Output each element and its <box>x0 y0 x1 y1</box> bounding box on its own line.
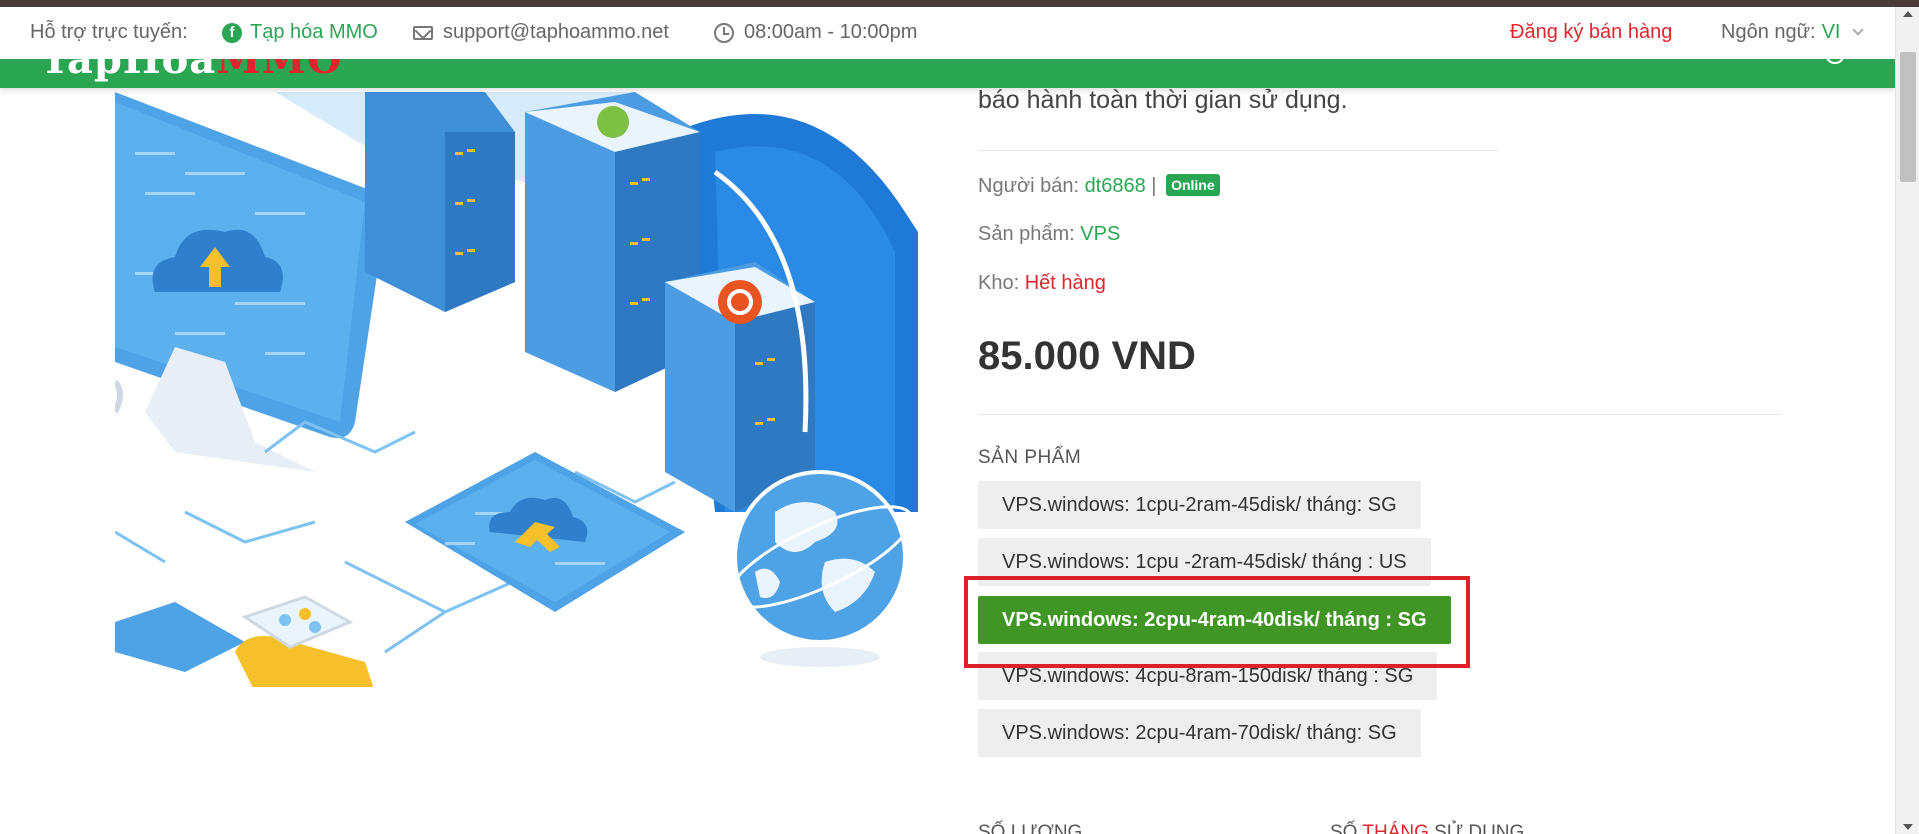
register-seller-link[interactable]: Đăng ký bán hàng <box>1510 21 1672 44</box>
online-badge: Online <box>1166 174 1220 196</box>
support-hours: 08:00am - 10:00pm <box>714 21 917 44</box>
language-value: VI <box>1821 21 1841 43</box>
scroll-down-arrow-icon[interactable] <box>1903 824 1913 830</box>
product-price: 85.000 VND <box>978 334 1196 378</box>
email-label: support@taphoammo.net <box>443 21 669 43</box>
clock-icon <box>714 22 734 43</box>
seller-row: Người bán: dt6868 | Online <box>978 174 1220 198</box>
facebook-label: Tạp hóa MMO <box>250 21 378 43</box>
scroll-thumb[interactable] <box>1900 52 1916 182</box>
facebook-link[interactable]: f Tạp hóa MMO <box>222 21 378 44</box>
highlight-annotation <box>964 576 1470 668</box>
variant-option[interactable]: VPS.windows: 1cpu-2ram-45disk/ tháng: SG <box>978 481 1421 529</box>
product-description: báo hành toàn thời gian sử dụng. <box>978 86 1348 114</box>
language-selector[interactable]: Ngôn ngữ: VI <box>1721 21 1865 44</box>
product-type-label: Sản phẩm: <box>978 223 1075 245</box>
divider <box>978 150 1498 151</box>
scrollbar[interactable] <box>1895 7 1919 834</box>
months-label: SỐ THÁNG SỬ DỤNG <box>1330 822 1525 834</box>
variant-option[interactable]: VPS.windows: 2cpu-4ram-70disk/ tháng: SG <box>978 709 1421 757</box>
seller-link[interactable]: dt6868 <box>1085 175 1146 197</box>
product-image <box>115 92 918 687</box>
mail-icon <box>413 25 433 40</box>
seller-label: Người bán: <box>978 175 1079 197</box>
scroll-up-arrow-icon[interactable] <box>1903 11 1913 17</box>
page: TapHoaMMO Hỗ trợ trực tuyến: f Tạp hóa M… <box>0 0 1919 834</box>
variants-heading: SẢN PHẨM <box>978 447 1082 468</box>
chevron-down-icon <box>1852 23 1865 36</box>
stock-row: Kho: Hết hàng <box>978 272 1106 295</box>
email-link[interactable]: support@taphoammo.net <box>413 21 669 44</box>
language-label: Ngôn ngữ: <box>1721 21 1816 43</box>
stock-label: Kho: <box>978 272 1020 294</box>
product-details: báo hành toàn thời gian sử dụng. Người b… <box>964 0 1781 834</box>
support-bar: Hỗ trợ trực tuyến: f Tạp hóa MMO support… <box>0 7 1895 59</box>
quantity-label: SỐ LƯỢNG <box>978 822 1083 834</box>
stock-status: Hết hàng <box>1024 272 1106 294</box>
facebook-icon: f <box>222 22 242 43</box>
seller-separator: | <box>1151 175 1157 197</box>
product-type-row: Sản phẩm: VPS <box>978 223 1120 246</box>
hours-label: 08:00am - 10:00pm <box>744 21 918 43</box>
divider <box>978 414 1781 415</box>
support-label: Hỗ trợ trực tuyến: <box>30 21 188 43</box>
product-type-link[interactable]: VPS <box>1080 223 1120 245</box>
vps-illustration <box>115 92 918 687</box>
